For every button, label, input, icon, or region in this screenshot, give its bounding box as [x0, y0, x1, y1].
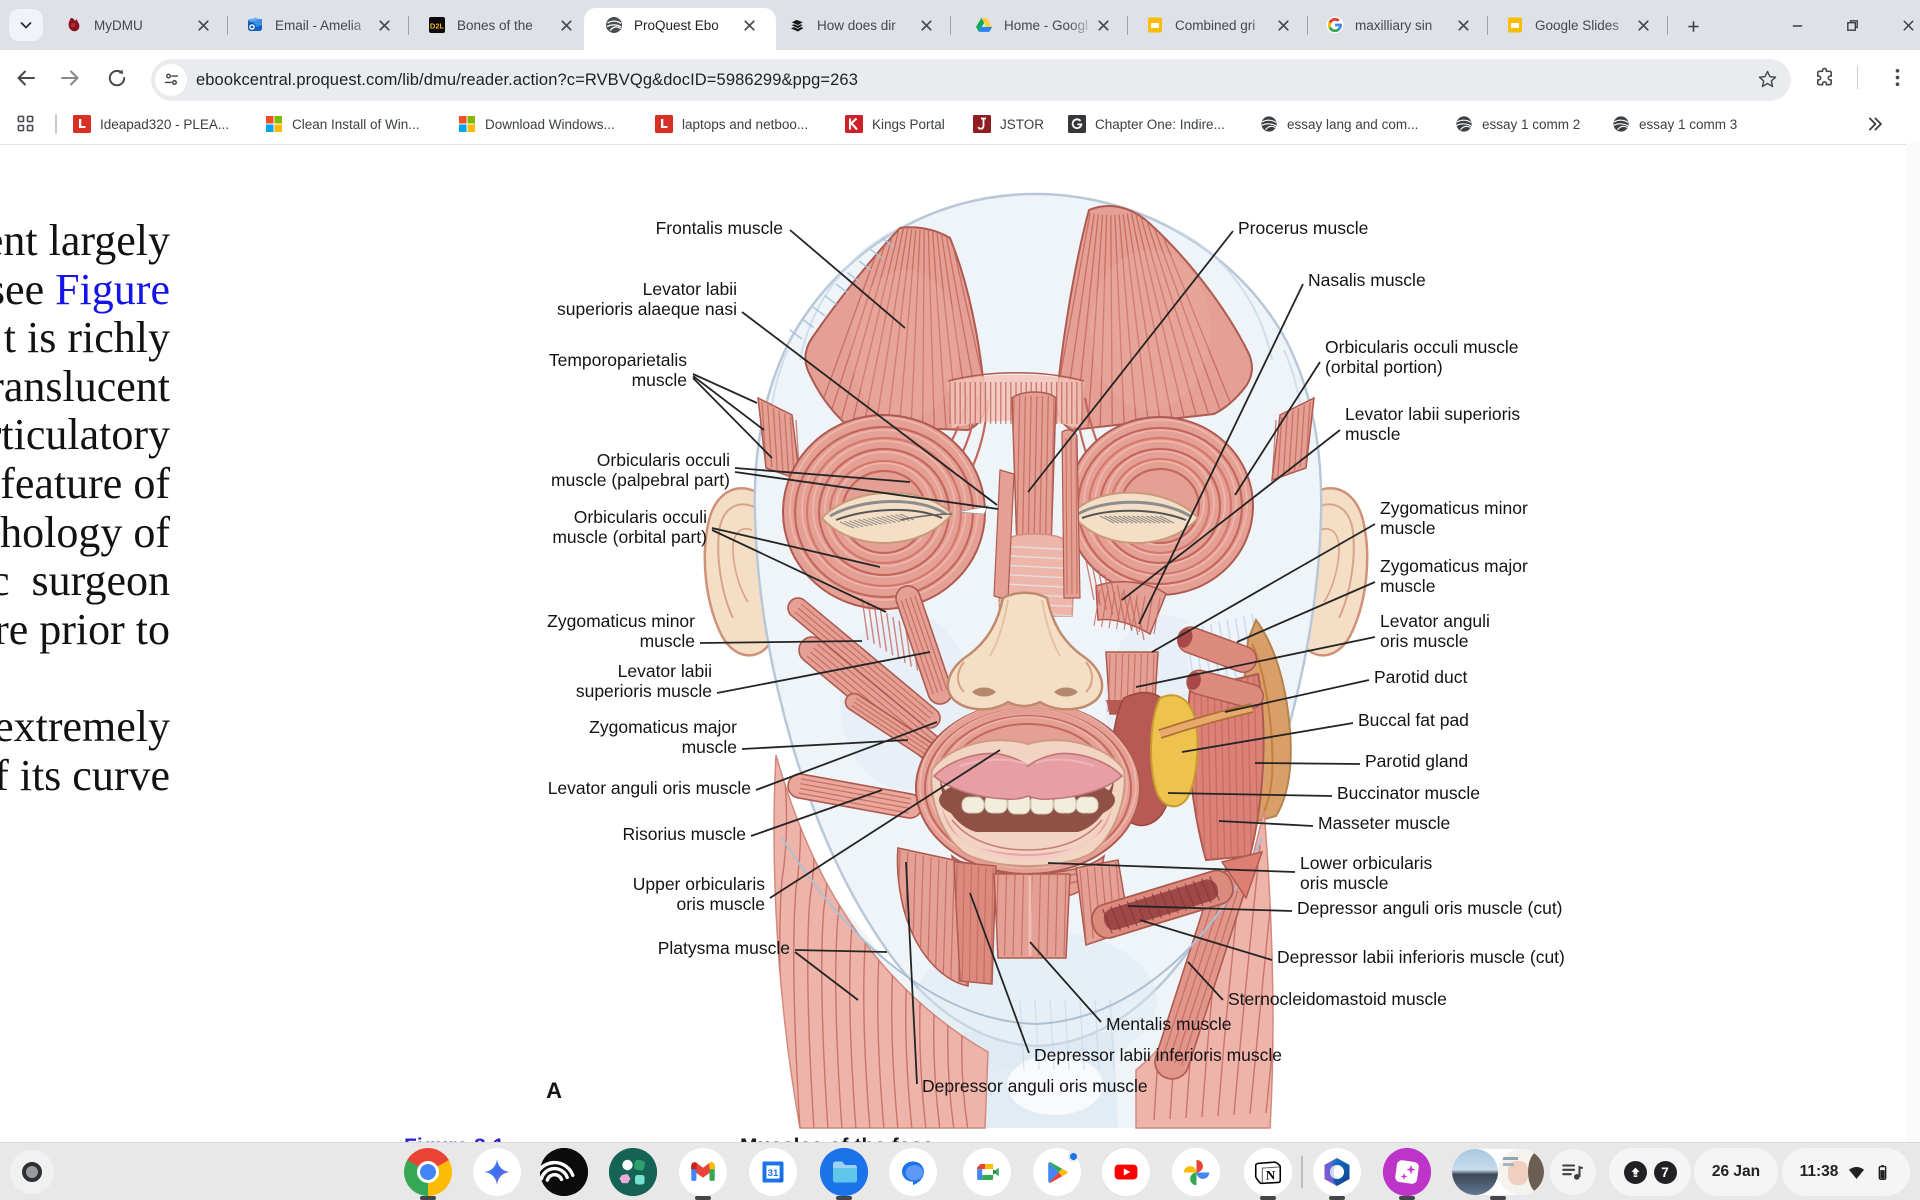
svg-text:Parotid duct: Parotid duct: [1374, 667, 1468, 687]
svg-text:Depressor anguli oris muscle (: Depressor anguli oris muscle (cut): [1297, 898, 1563, 918]
svg-text:oris muscle: oris muscle: [677, 894, 766, 914]
svg-text:muscle: muscle: [682, 737, 737, 757]
svg-text:Levator labii: Levator labii: [618, 661, 712, 681]
svg-text:Zygomaticus major: Zygomaticus major: [589, 717, 737, 737]
svg-text:Masseter muscle: Masseter muscle: [1318, 813, 1450, 833]
svg-text:A: A: [546, 1078, 562, 1103]
svg-text:Frontalis muscle: Frontalis muscle: [656, 218, 783, 238]
svg-text:oris muscle: oris muscle: [1380, 631, 1469, 651]
svg-text:31: 31: [768, 1168, 779, 1179]
svg-text:Levator labii: Levator labii: [643, 279, 737, 299]
svg-text:Upper orbicularis: Upper orbicularis: [633, 874, 766, 894]
svg-text:Temporoparietalis: Temporoparietalis: [549, 350, 687, 370]
svg-text:Buccal fat pad: Buccal fat pad: [1358, 710, 1469, 730]
svg-text:Procerus muscle: Procerus muscle: [1238, 218, 1368, 238]
svg-text:Depressor anguli oris muscle: Depressor anguli oris muscle: [922, 1076, 1148, 1096]
svg-text:Orbicularis occuli muscle: Orbicularis occuli muscle: [1325, 337, 1519, 357]
svg-text:Mentalis muscle: Mentalis muscle: [1106, 1014, 1231, 1034]
svg-text:(orbital portion): (orbital portion): [1325, 357, 1443, 377]
svg-text:Levator labii superioris: Levator labii superioris: [1345, 404, 1520, 424]
svg-text:oris muscle: oris muscle: [1300, 873, 1389, 893]
svg-text:Sternocleidomastoid muscle: Sternocleidomastoid muscle: [1228, 989, 1447, 1009]
svg-text:Depressor labii inferioris mus: Depressor labii inferioris muscle: [1034, 1045, 1282, 1065]
svg-text:D2L: D2L: [430, 22, 445, 31]
svg-text:muscle: muscle: [1380, 576, 1435, 596]
svg-text:muscle (palpebral part): muscle (palpebral part): [551, 470, 730, 490]
svg-text:muscle: muscle: [1345, 424, 1400, 444]
svg-text:Buccinator muscle: Buccinator muscle: [1337, 783, 1480, 803]
svg-text:Nasalis muscle: Nasalis muscle: [1308, 270, 1426, 290]
svg-text:Zygomaticus major: Zygomaticus major: [1380, 556, 1528, 576]
svg-text:muscle: muscle: [640, 631, 695, 651]
svg-text:Lower orbicularis: Lower orbicularis: [1300, 853, 1433, 873]
svg-text:Depressor labii inferioris mus: Depressor labii inferioris muscle (cut): [1277, 947, 1565, 967]
svg-text:Platysma muscle: Platysma muscle: [658, 938, 790, 958]
svg-text:superioris alaeque nasi: superioris alaeque nasi: [557, 299, 737, 319]
svg-text:N: N: [1266, 1167, 1276, 1182]
svg-text:Levator anguli: Levator anguli: [1380, 611, 1490, 631]
svg-text:superioris muscle: superioris muscle: [576, 681, 712, 701]
svg-text:Zygomaticus minor: Zygomaticus minor: [547, 611, 695, 631]
svg-text:Zygomaticus minor: Zygomaticus minor: [1380, 498, 1528, 518]
svg-text:Orbicularis occuli: Orbicularis occuli: [597, 450, 730, 470]
svg-text:Risorius muscle: Risorius muscle: [623, 824, 747, 844]
svg-text:muscle: muscle: [632, 370, 687, 390]
svg-text:muscle (orbital part): muscle (orbital part): [552, 527, 707, 547]
svg-text:Orbicularis occuli: Orbicularis occuli: [574, 507, 707, 527]
svg-text:muscle: muscle: [1380, 518, 1435, 538]
svg-text:Parotid gland: Parotid gland: [1365, 751, 1468, 771]
svg-text:Levator anguli oris muscle: Levator anguli oris muscle: [548, 778, 751, 798]
